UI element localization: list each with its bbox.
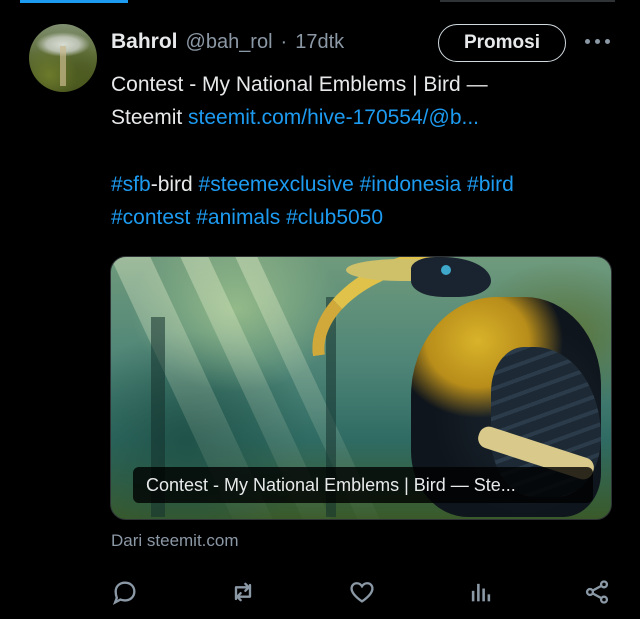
hashtag-bird[interactable]: #bird bbox=[461, 173, 514, 196]
hashtag-sfb[interactable]: #sfb bbox=[111, 173, 151, 196]
link-card-title[interactable]: Contest - My National Emblems | Bird — S… bbox=[133, 467, 593, 503]
hornbill-head bbox=[411, 257, 491, 297]
views-chart-icon[interactable] bbox=[466, 578, 494, 606]
top-tab-indicator bbox=[0, 0, 640, 3]
link-source[interactable]: Dari steemit.com bbox=[111, 531, 239, 551]
post-link[interactable]: steemit.com/hive-170554/@b... bbox=[188, 106, 479, 129]
active-tab-underline bbox=[20, 0, 128, 3]
avatar-image-detail bbox=[60, 46, 66, 86]
share-icon[interactable] bbox=[583, 578, 611, 606]
like-heart-icon[interactable] bbox=[348, 578, 376, 606]
avatar[interactable] bbox=[29, 24, 97, 92]
hashtag-steemexclusive[interactable]: #steemexclusive bbox=[193, 173, 354, 196]
repost-icon[interactable] bbox=[229, 578, 257, 606]
hashtag-suffix-text: -bird bbox=[150, 173, 193, 196]
post-text-line-1: Contest - My National Emblems | Bird — bbox=[111, 73, 488, 96]
post-text-line-2: Steemit steemit.com/hive-170554/@b... bbox=[111, 101, 479, 134]
hornbill-eye bbox=[441, 265, 451, 275]
separator-dot: · bbox=[280, 30, 288, 53]
hashtag-animals[interactable]: #animals bbox=[196, 206, 280, 229]
promote-button[interactable]: Promosi bbox=[438, 24, 566, 62]
reply-icon[interactable] bbox=[111, 578, 139, 606]
hashtag-contest[interactable]: #contest bbox=[111, 206, 190, 229]
hashtag-indonesia[interactable]: #indonesia bbox=[354, 173, 462, 196]
action-bar bbox=[0, 572, 640, 612]
tab-divider bbox=[440, 0, 615, 2]
hashtag-club5050[interactable]: #club5050 bbox=[286, 206, 383, 229]
post-header: Bahrol @bah_rol · 17dtk bbox=[111, 28, 344, 56]
hashtags-line-2: #contest #animals #club5050 bbox=[111, 201, 383, 234]
author-handle[interactable]: @bah_rol bbox=[186, 31, 273, 54]
post-time[interactable]: 17dtk bbox=[295, 31, 344, 54]
more-options-icon[interactable] bbox=[585, 36, 611, 48]
link-card-image[interactable]: Contest - My National Emblems | Bird — S… bbox=[110, 256, 612, 520]
hashtags-line-1: #sfb-bird #steemexclusive #indonesia #bi… bbox=[111, 168, 514, 201]
post-text-prefix: Steemit bbox=[111, 106, 183, 129]
author-name[interactable]: Bahrol bbox=[111, 30, 178, 54]
